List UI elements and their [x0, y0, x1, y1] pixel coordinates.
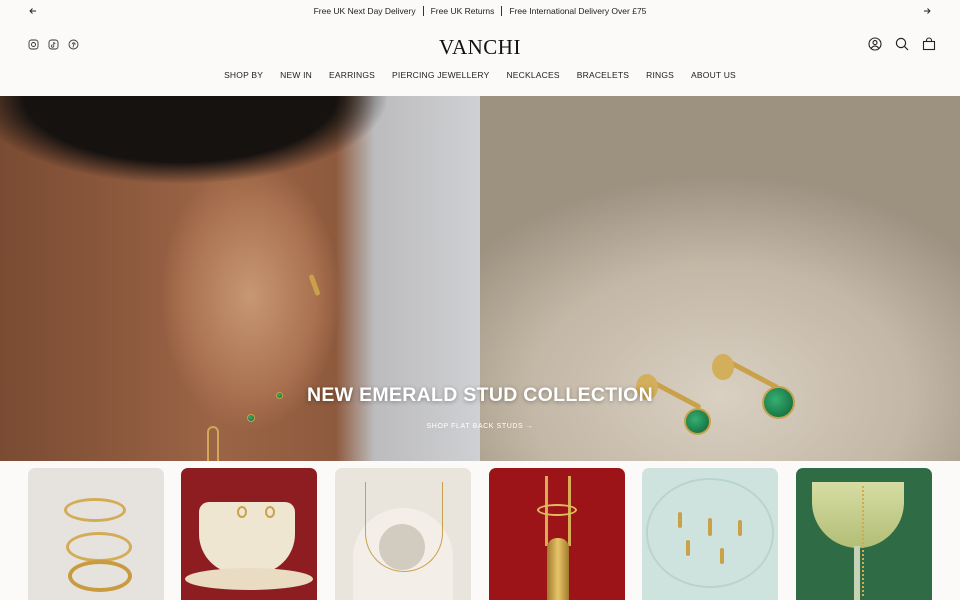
emerald-stud [684, 408, 711, 435]
ring-shape [66, 532, 132, 562]
bar-earring [308, 273, 321, 297]
site-logo[interactable]: VANCHI [0, 35, 960, 60]
stud-shape [738, 520, 742, 536]
chain-shape [365, 482, 443, 572]
cup-shape [199, 502, 295, 574]
arrow-right-icon[interactable] [920, 4, 934, 18]
nav-item-shop-by[interactable]: SHOP BY [224, 70, 263, 88]
stud-shape [720, 548, 724, 564]
announcement-message: Free International Delivery Over £75 [509, 6, 647, 16]
category-card-necklaces[interactable] [335, 468, 471, 600]
earring-shape [237, 506, 247, 518]
ring-shape [68, 560, 132, 592]
header-tools [868, 37, 936, 51]
emerald-stud [247, 414, 255, 422]
stud-shape [708, 518, 712, 536]
category-card-rings[interactable] [28, 468, 164, 600]
saucer-shape [185, 568, 313, 590]
nav-item-new-in[interactable]: NEW IN [280, 70, 312, 88]
nav-item-necklaces[interactable]: NECKLACES [506, 70, 559, 88]
search-icon[interactable] [895, 37, 909, 51]
bag-icon[interactable] [922, 37, 936, 51]
ring-shape [537, 504, 577, 516]
account-icon[interactable] [868, 37, 882, 51]
announcement-message: Free UK Next Day Delivery [313, 6, 416, 16]
stud-shape [686, 540, 690, 556]
nav-item-earrings[interactable]: EARRINGS [329, 70, 375, 88]
stud-back [712, 354, 734, 380]
nav-item-piercing-jewellery[interactable]: PIERCING JEWELLERY [392, 70, 489, 88]
hero-title: NEW EMERALD STUD COLLECTION [306, 384, 654, 406]
ring-shape [64, 498, 126, 522]
hero-cta-link[interactable]: SHOP FLAT BACK STUDS → [0, 423, 960, 430]
bracelet-chain-shape [862, 486, 866, 596]
category-card-piercing[interactable] [489, 468, 625, 600]
main-nav: SHOP BY NEW IN EARRINGS PIERCING JEWELLE… [0, 70, 960, 88]
earring-shape [265, 506, 275, 518]
nav-item-bracelets[interactable]: BRACELETS [577, 70, 629, 88]
nav-item-about-us[interactable]: ABOUT US [691, 70, 736, 88]
category-card-flat-back-studs[interactable] [642, 468, 778, 600]
announcement-message: Free UK Returns [430, 6, 495, 16]
category-cards [28, 468, 932, 600]
arrow-left-icon[interactable] [26, 4, 40, 18]
hair-shape [0, 96, 480, 186]
hero-banner[interactable]: NEW EMERALD STUD COLLECTION SHOP FLAT BA… [0, 96, 960, 461]
hoop-earring [207, 426, 219, 461]
glass-stem-shape [854, 546, 860, 600]
glass-shape [812, 482, 904, 548]
stud-shape [678, 512, 682, 528]
category-card-bracelets[interactable] [796, 468, 932, 600]
site-header: VANCHI [0, 22, 960, 68]
nav-item-rings[interactable]: RINGS [646, 70, 674, 88]
announcement-bar: Free UK Next Day Delivery Free UK Return… [0, 0, 960, 22]
category-card-earrings[interactable] [181, 468, 317, 600]
fork-handle-shape [547, 538, 569, 600]
